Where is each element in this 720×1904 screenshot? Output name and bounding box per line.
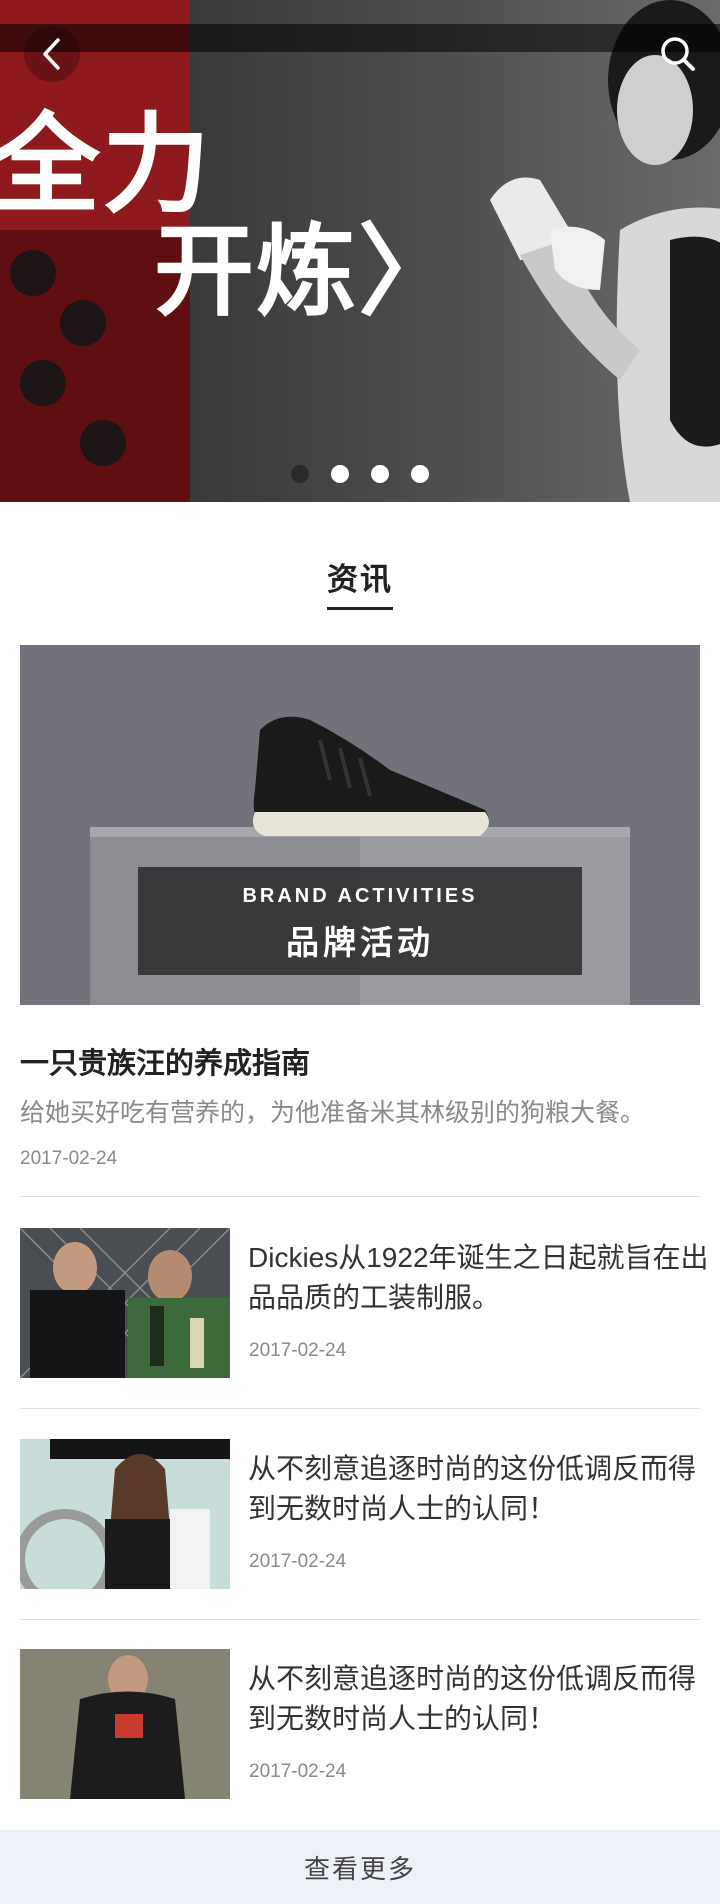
featured-article-date: 2017-02-24 bbox=[20, 1148, 118, 1169]
list-item[interactable]: Dickies从1922年诞生之日起就旨在出品品质的工装制服。 2017-02-… bbox=[20, 1228, 720, 1378]
divider bbox=[20, 1196, 700, 1197]
article-title: Dickies从1922年诞生之日起就旨在出品品质的工装制服。 bbox=[248, 1242, 709, 1313]
divider bbox=[20, 1619, 700, 1620]
article-thumbnail bbox=[20, 1649, 230, 1799]
hero-headline-line2: 开炼〉 bbox=[154, 213, 460, 330]
status-overlay bbox=[0, 24, 720, 52]
article-date: 2017-02-24 bbox=[249, 1761, 347, 1782]
carousel-indicators bbox=[0, 465, 720, 485]
article-title: 从不刻意追逐时尚的这份低调反而得到无数时尚人士的认同！ bbox=[248, 1453, 697, 1524]
banner-en-title: BRAND ACTIVITIES bbox=[242, 885, 478, 907]
decor-circle bbox=[10, 250, 56, 296]
carousel-dot[interactable] bbox=[411, 465, 429, 483]
featured-article-description: 给她买好吃有营养的，为他准备米其林级别的狗粮大餐。 bbox=[20, 1099, 646, 1127]
hero-headline-line1: 全力 bbox=[0, 103, 213, 228]
decor-circle bbox=[20, 360, 66, 406]
article-date: 2017-02-24 bbox=[249, 1340, 347, 1361]
back-button[interactable] bbox=[24, 26, 80, 82]
carousel-dot[interactable] bbox=[291, 465, 309, 483]
section-title: 资讯 bbox=[327, 554, 393, 610]
divider bbox=[20, 1408, 700, 1409]
search-icon bbox=[661, 37, 695, 71]
chevron-left-icon bbox=[43, 38, 60, 70]
carousel-dot[interactable] bbox=[371, 465, 389, 483]
list-item[interactable]: 从不刻意追逐时尚的这份低调反而得到无数时尚人士的认同！ 2017-02-24 bbox=[20, 1439, 720, 1589]
carousel-dot[interactable] bbox=[331, 465, 349, 483]
brand-activities-banner: BRAND ACTIVITIES 品牌活动 bbox=[138, 867, 582, 975]
article-thumbnail bbox=[20, 1228, 230, 1378]
featured-article-image[interactable]: BRAND ACTIVITIES 品牌活动 bbox=[20, 645, 700, 1005]
section-header: 资讯 bbox=[0, 554, 720, 610]
article-date: 2017-02-24 bbox=[249, 1551, 347, 1572]
load-more-button[interactable]: 查看更多 bbox=[0, 1830, 720, 1904]
decor-circle bbox=[80, 420, 126, 466]
sneaker-image bbox=[252, 716, 489, 836]
featured-article-title[interactable]: 一只贵族汪的养成指南 bbox=[20, 1040, 310, 1082]
article-title: 从不刻意追逐时尚的这份低调反而得到无数时尚人士的认同！ bbox=[248, 1663, 697, 1734]
list-item[interactable]: 从不刻意追逐时尚的这份低调反而得到无数时尚人士的认同！ 2017-02-24 bbox=[20, 1649, 720, 1799]
banner-cn-title: 品牌活动 bbox=[286, 924, 434, 961]
decor-circle bbox=[60, 300, 106, 346]
hero-banner[interactable]: 全力 开炼〉 bbox=[0, 0, 720, 502]
article-thumbnail bbox=[20, 1439, 230, 1589]
search-button[interactable] bbox=[650, 26, 706, 82]
